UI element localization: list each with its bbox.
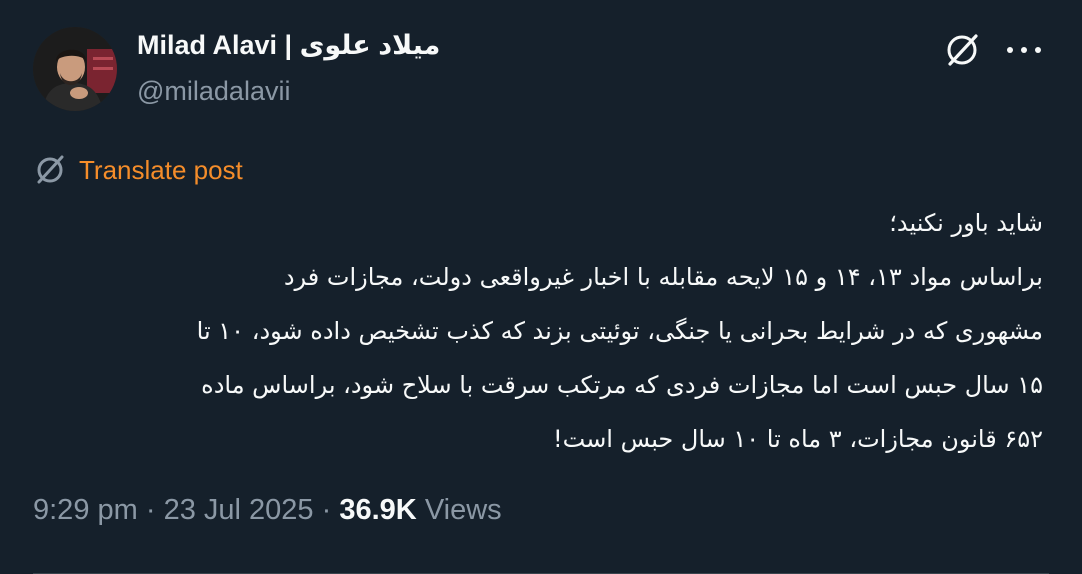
tweet-line: ۱۵ سال حبس است اما مجازات فردی که مرتکب …: [201, 371, 1043, 399]
avatar-photo: [33, 27, 117, 111]
tweet-line: براساس مواد ۱۳، ۱۴ و ۱۵ لایحه مقابله با …: [283, 263, 1043, 291]
translate-label: Translate post: [79, 154, 243, 185]
author-handle[interactable]: @miladalavii: [137, 76, 290, 107]
tweet-line: شاید باور نکنید؛: [889, 209, 1043, 237]
meta-separator: ·: [321, 494, 332, 526]
more-button[interactable]: [1000, 30, 1048, 70]
tweet-meta: 9:29 pm · 23 Jul 2025 · 36.9K Views: [33, 494, 502, 527]
more-dots-icon: [1007, 47, 1041, 53]
meta-separator: ·: [145, 494, 156, 526]
grok-slash-icon: [947, 34, 978, 66]
views-count[interactable]: 36.9K: [339, 494, 416, 526]
post-time[interactable]: 9:29 pm: [33, 494, 138, 526]
tweet-line: ۶۵۲ قانون مجازات، ۳ ماه تا ۱۰ سال حبس اس…: [553, 425, 1043, 453]
grok-button[interactable]: [942, 30, 982, 70]
translate-icon: [37, 155, 64, 184]
tweet-text: شاید باور نکنید؛ براساس مواد ۱۳، ۱۴ و ۱۵…: [35, 196, 1043, 466]
author-name[interactable]: Milad Alavi | میلاد علوی: [137, 30, 440, 61]
translate-post-link[interactable]: Translate post: [33, 152, 243, 188]
post-date[interactable]: 23 Jul 2025: [164, 494, 314, 526]
views-label: Views: [424, 494, 502, 526]
avatar[interactable]: [33, 27, 117, 111]
tweet-line: مشهوری که در شرایط بحرانی یا جنگی، توئیت…: [196, 317, 1043, 345]
